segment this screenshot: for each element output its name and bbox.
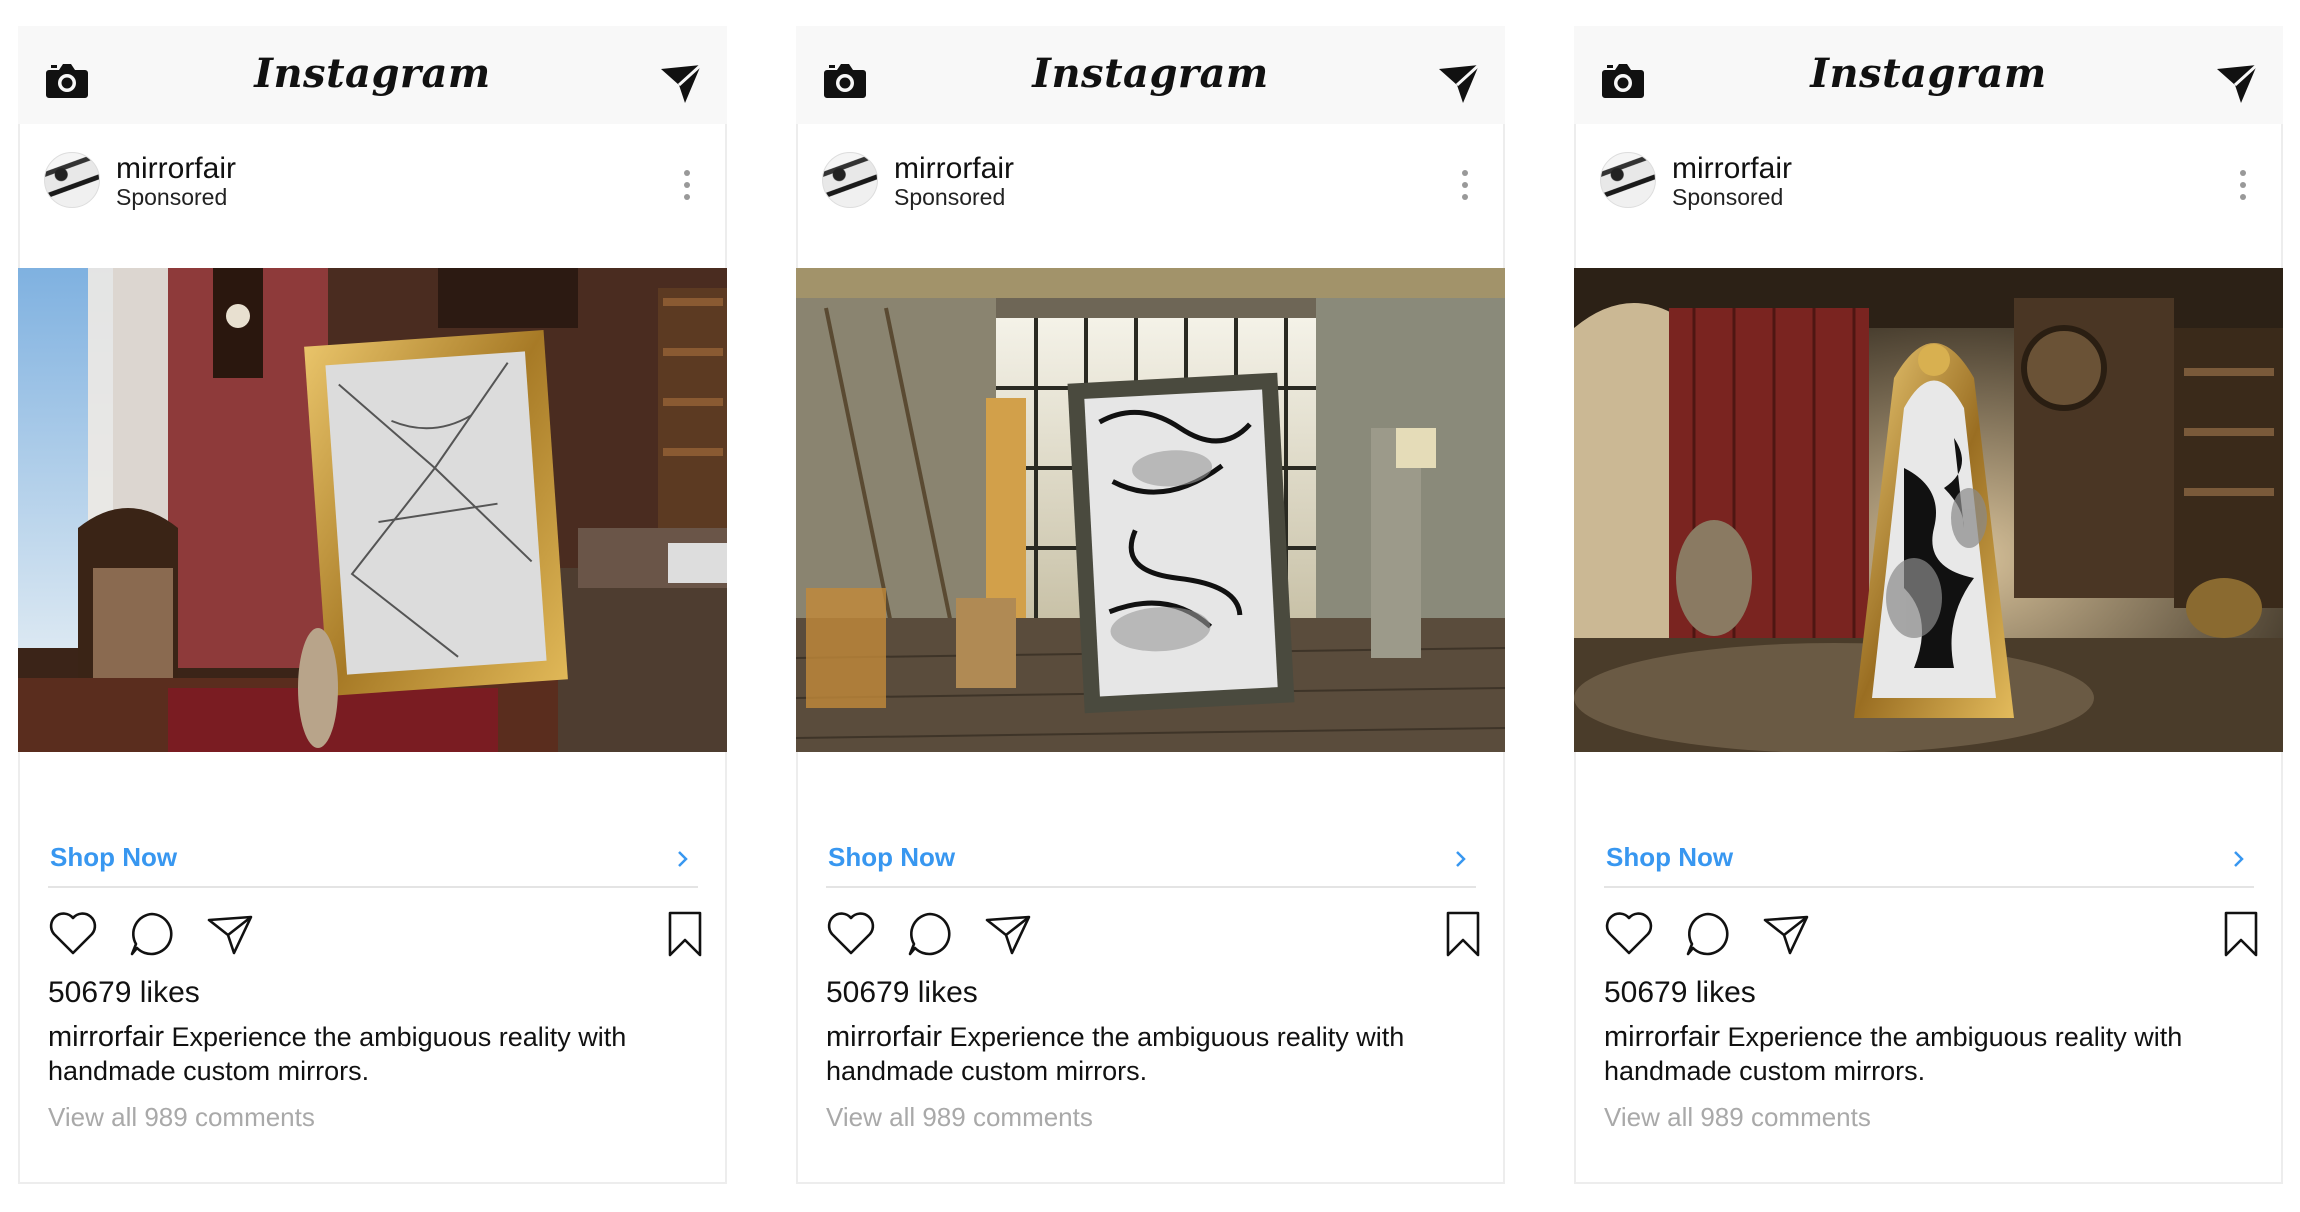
instagram-top-bar: Instagram <box>796 26 1505 124</box>
instagram-post-card-1: Instagram mirrorfair Sponsored Shop Now … <box>18 26 727 1184</box>
direct-message-icon[interactable] <box>2215 63 2259 105</box>
avatar[interactable] <box>1600 152 1656 208</box>
instagram-logo: Instagram <box>254 50 491 97</box>
comment-icon[interactable] <box>906 910 954 958</box>
instagram-logo: Instagram <box>1810 50 2047 97</box>
sponsored-label: Sponsored <box>1672 184 1784 210</box>
share-icon[interactable] <box>206 914 254 956</box>
post-caption: mirrorfair Experience the ambiguous real… <box>826 1020 1466 1088</box>
chevron-right-icon[interactable] <box>1454 848 1468 870</box>
divider <box>826 886 1476 888</box>
likes-count: 50679 likes <box>826 976 978 1009</box>
avatar[interactable] <box>822 152 878 208</box>
likes-count: 50679 likes <box>1604 976 1756 1009</box>
direct-message-icon[interactable] <box>1437 63 1481 105</box>
divider <box>1604 886 2254 888</box>
likes-count: 50679 likes <box>48 976 200 1009</box>
share-icon[interactable] <box>1762 914 1810 956</box>
post-body: mirrorfair Sponsored Shop Now 50679 like… <box>18 124 727 1184</box>
post-image-victorian-room-broken-mirror[interactable] <box>18 268 727 752</box>
post-username[interactable]: mirrorfair <box>1672 152 1792 186</box>
caption-username[interactable]: mirrorfair <box>48 1021 164 1053</box>
heart-icon[interactable] <box>48 910 98 956</box>
instagram-post-card-2: Instagram mirrorfair Sponsored Shop Now … <box>796 26 1505 1184</box>
post-caption: mirrorfair Experience the ambiguous real… <box>1604 1020 2244 1088</box>
bookmark-icon[interactable] <box>666 910 704 958</box>
view-all-comments-link[interactable]: View all 989 comments <box>826 1102 1093 1133</box>
post-caption: mirrorfair Experience the ambiguous real… <box>48 1020 688 1088</box>
instagram-post-card-3: Instagram mirrorfair Sponsored Shop Now … <box>1574 26 2283 1184</box>
comment-icon[interactable] <box>1684 910 1732 958</box>
sponsored-label: Sponsored <box>894 184 1006 210</box>
chevron-right-icon[interactable] <box>676 848 690 870</box>
bookmark-icon[interactable] <box>1444 910 1482 958</box>
comment-icon[interactable] <box>128 910 176 958</box>
post-body: mirrorfair Sponsored Shop Now 50679 like… <box>796 124 1505 1184</box>
post-image-oriental-hall-marble-mirror[interactable] <box>1574 268 2283 752</box>
caption-username[interactable]: mirrorfair <box>1604 1021 1720 1053</box>
sponsored-label: Sponsored <box>116 184 228 210</box>
post-image-artist-studio-swirl-mirror[interactable] <box>796 268 1505 752</box>
post-username[interactable]: mirrorfair <box>116 152 236 186</box>
instagram-top-bar: Instagram <box>1574 26 2283 124</box>
more-options-icon[interactable] <box>682 168 692 202</box>
view-all-comments-link[interactable]: View all 989 comments <box>1604 1102 1871 1133</box>
direct-message-icon[interactable] <box>659 63 703 105</box>
avatar[interactable] <box>44 152 100 208</box>
caption-username[interactable]: mirrorfair <box>826 1021 942 1053</box>
instagram-top-bar: Instagram <box>18 26 727 124</box>
chevron-right-icon[interactable] <box>2232 848 2246 870</box>
shop-now-link[interactable]: Shop Now <box>1606 842 1733 873</box>
bookmark-icon[interactable] <box>2222 910 2260 958</box>
instagram-logo: Instagram <box>1032 50 1269 97</box>
more-options-icon[interactable] <box>1460 168 1470 202</box>
view-all-comments-link[interactable]: View all 989 comments <box>48 1102 315 1133</box>
post-username[interactable]: mirrorfair <box>894 152 1014 186</box>
shop-now-link[interactable]: Shop Now <box>828 842 955 873</box>
heart-icon[interactable] <box>826 910 876 956</box>
divider <box>48 886 698 888</box>
shop-now-link[interactable]: Shop Now <box>50 842 177 873</box>
post-body: mirrorfair Sponsored Shop Now 50679 like… <box>1574 124 2283 1184</box>
share-icon[interactable] <box>984 914 1032 956</box>
more-options-icon[interactable] <box>2238 168 2248 202</box>
heart-icon[interactable] <box>1604 910 1654 956</box>
